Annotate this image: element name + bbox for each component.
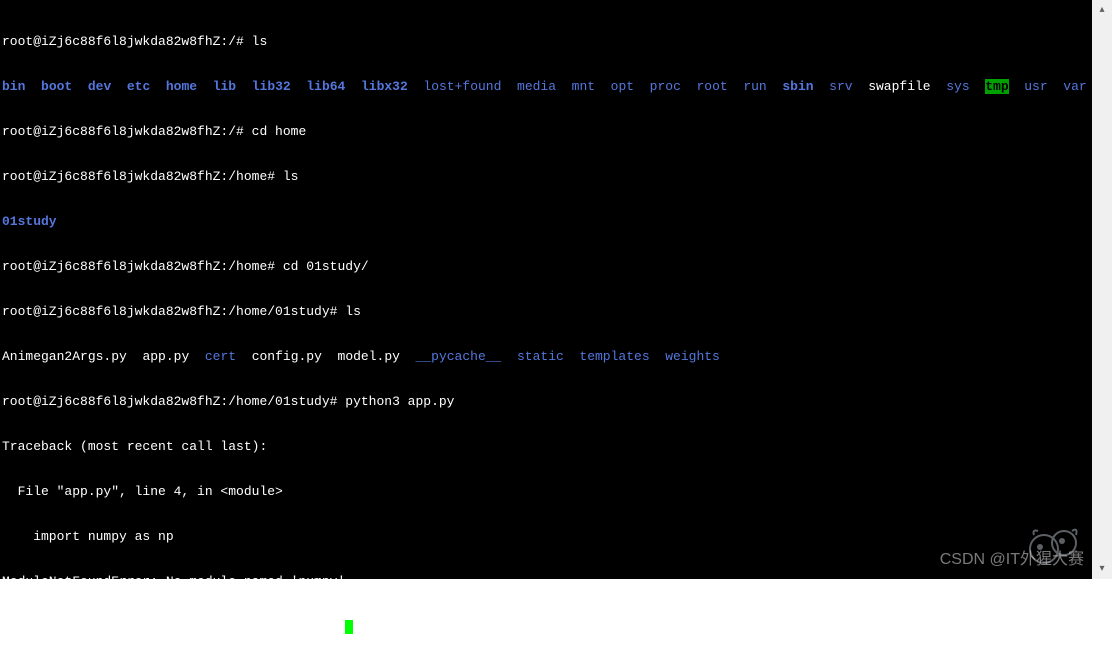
ls-entry: [25, 79, 41, 94]
ls-output-home: 01study: [2, 214, 1090, 229]
ls-entry: run: [743, 79, 766, 94]
terminal-line: root@iZj6c88f6l8jwkda82w8fhZ:/# cd home: [2, 124, 1090, 139]
ls-entry: [322, 349, 338, 364]
ls-entry: [236, 79, 252, 94]
ls-output-root: bin boot dev etc home lib lib32 lib64 li…: [2, 79, 1090, 94]
ls-entry: lib32: [252, 79, 291, 94]
ls-entry: [501, 349, 517, 364]
command-text: ls: [345, 304, 361, 319]
ls-entry: [111, 79, 127, 94]
ls-entry: opt: [611, 79, 634, 94]
shell-prompt: root@iZj6c88f6l8jwkda82w8fhZ:/#: [2, 124, 252, 139]
ls-entry: srv: [829, 79, 852, 94]
traceback-line: Traceback (most recent call last):: [2, 439, 1090, 454]
shell-prompt: root@iZj6c88f6l8jwkda82w8fhZ:/home/01stu…: [2, 304, 345, 319]
ls-entry: __pycache__: [416, 349, 502, 364]
ls-entry: static: [517, 349, 564, 364]
ls-entry: [728, 79, 744, 94]
traceback-line: File "app.py", line 4, in <module>: [2, 484, 1090, 499]
terminal-window[interactable]: root@iZj6c88f6l8jwkda82w8fhZ:/# ls bin b…: [0, 0, 1092, 579]
ls-entry: mnt: [572, 79, 595, 94]
ls-entry: var: [1063, 79, 1086, 94]
traceback-line: import numpy as np: [2, 529, 1090, 544]
ls-entry: [408, 79, 424, 94]
terminal-line: root@iZj6c88f6l8jwkda82w8fhZ:/# ls: [2, 34, 1090, 49]
ls-entry: lib64: [306, 79, 345, 94]
ls-entry: dev: [88, 79, 111, 94]
ls-entry: templates: [579, 349, 649, 364]
directory-name: 01study: [2, 214, 57, 229]
ls-entry: config.py: [252, 349, 322, 364]
ls-entry: libx32: [361, 79, 408, 94]
ls-entry: model.py: [338, 349, 400, 364]
command-text: ls: [283, 169, 299, 184]
ls-entry: [150, 79, 166, 94]
ls-entry: [814, 79, 830, 94]
ls-entry: tmp: [985, 79, 1008, 94]
ls-entry: [127, 349, 143, 364]
terminal-line-current[interactable]: root@iZj6c88f6l8jwkda82w8fhZ:/home/01stu…: [2, 619, 1090, 634]
ls-entry: [564, 349, 580, 364]
ls-entry: [72, 79, 88, 94]
ls-entry: boot: [41, 79, 72, 94]
ls-entry: [197, 79, 213, 94]
ls-entry: [189, 349, 205, 364]
command-text: cd home: [252, 124, 307, 139]
shell-prompt: root@iZj6c88f6l8jwkda82w8fhZ:/home#: [2, 259, 283, 274]
scrollbar-up-button[interactable]: ▴: [1092, 0, 1112, 20]
ls-entry: [853, 79, 869, 94]
ls-entry: cert: [205, 349, 236, 364]
ls-entry: [400, 349, 416, 364]
ls-entry: [931, 79, 947, 94]
ls-entry: sbin: [782, 79, 813, 94]
ls-entry: [345, 79, 361, 94]
chevron-up-icon: ▴: [1099, 3, 1104, 18]
ls-entry: bin: [2, 79, 25, 94]
ls-entry: swapfile: [868, 79, 930, 94]
ls-entry: [291, 79, 307, 94]
scrollbar[interactable]: ▴ ▾: [1092, 0, 1112, 579]
ls-entry: weights: [665, 349, 720, 364]
ls-entry: [634, 79, 650, 94]
ls-entry: [970, 79, 986, 94]
ls-entry: [767, 79, 783, 94]
ls-entry: lib: [213, 79, 236, 94]
command-text: cd 01study/: [283, 259, 369, 274]
cursor-icon: [345, 620, 353, 634]
ls-output-study: Animegan2Args.py app.py cert config.py m…: [2, 349, 1090, 364]
traceback-line: ModuleNotFoundError: No module named 'nu…: [2, 574, 1090, 589]
ls-entry: lost+found: [423, 79, 501, 94]
ls-entry: usr: [1024, 79, 1047, 94]
ls-entry: root: [697, 79, 728, 94]
shell-prompt: root@iZj6c88f6l8jwkda82w8fhZ:/home/01stu…: [2, 394, 345, 409]
command-text: python3 app.py: [345, 394, 454, 409]
ls-entry: home: [166, 79, 197, 94]
ls-entry: [1009, 79, 1025, 94]
ls-entry: [1048, 79, 1064, 94]
ls-entry: app.py: [142, 349, 189, 364]
ls-entry: proc: [650, 79, 681, 94]
ls-entry: media: [517, 79, 556, 94]
command-text: ls: [252, 34, 268, 49]
ls-entry: Animegan2Args.py: [2, 349, 127, 364]
ls-entry: [650, 349, 666, 364]
shell-prompt: root@iZj6c88f6l8jwkda82w8fhZ:/home/01stu…: [2, 619, 345, 634]
ls-entry: sys: [946, 79, 969, 94]
ls-entry: [681, 79, 697, 94]
ls-entry: [595, 79, 611, 94]
ls-entry: [501, 79, 517, 94]
terminal-line: root@iZj6c88f6l8jwkda82w8fhZ:/home# cd 0…: [2, 259, 1090, 274]
ls-entry: etc: [127, 79, 150, 94]
terminal-line: root@iZj6c88f6l8jwkda82w8fhZ:/home# ls: [2, 169, 1090, 184]
terminal-line: root@iZj6c88f6l8jwkda82w8fhZ:/home/01stu…: [2, 394, 1090, 409]
scrollbar-down-button[interactable]: ▾: [1092, 559, 1112, 579]
chevron-down-icon: ▾: [1099, 562, 1104, 577]
shell-prompt: root@iZj6c88f6l8jwkda82w8fhZ:/home#: [2, 169, 283, 184]
ls-entry: [236, 349, 252, 364]
terminal-line: root@iZj6c88f6l8jwkda82w8fhZ:/home/01stu…: [2, 304, 1090, 319]
shell-prompt: root@iZj6c88f6l8jwkda82w8fhZ:/#: [2, 34, 252, 49]
ls-entry: [556, 79, 572, 94]
